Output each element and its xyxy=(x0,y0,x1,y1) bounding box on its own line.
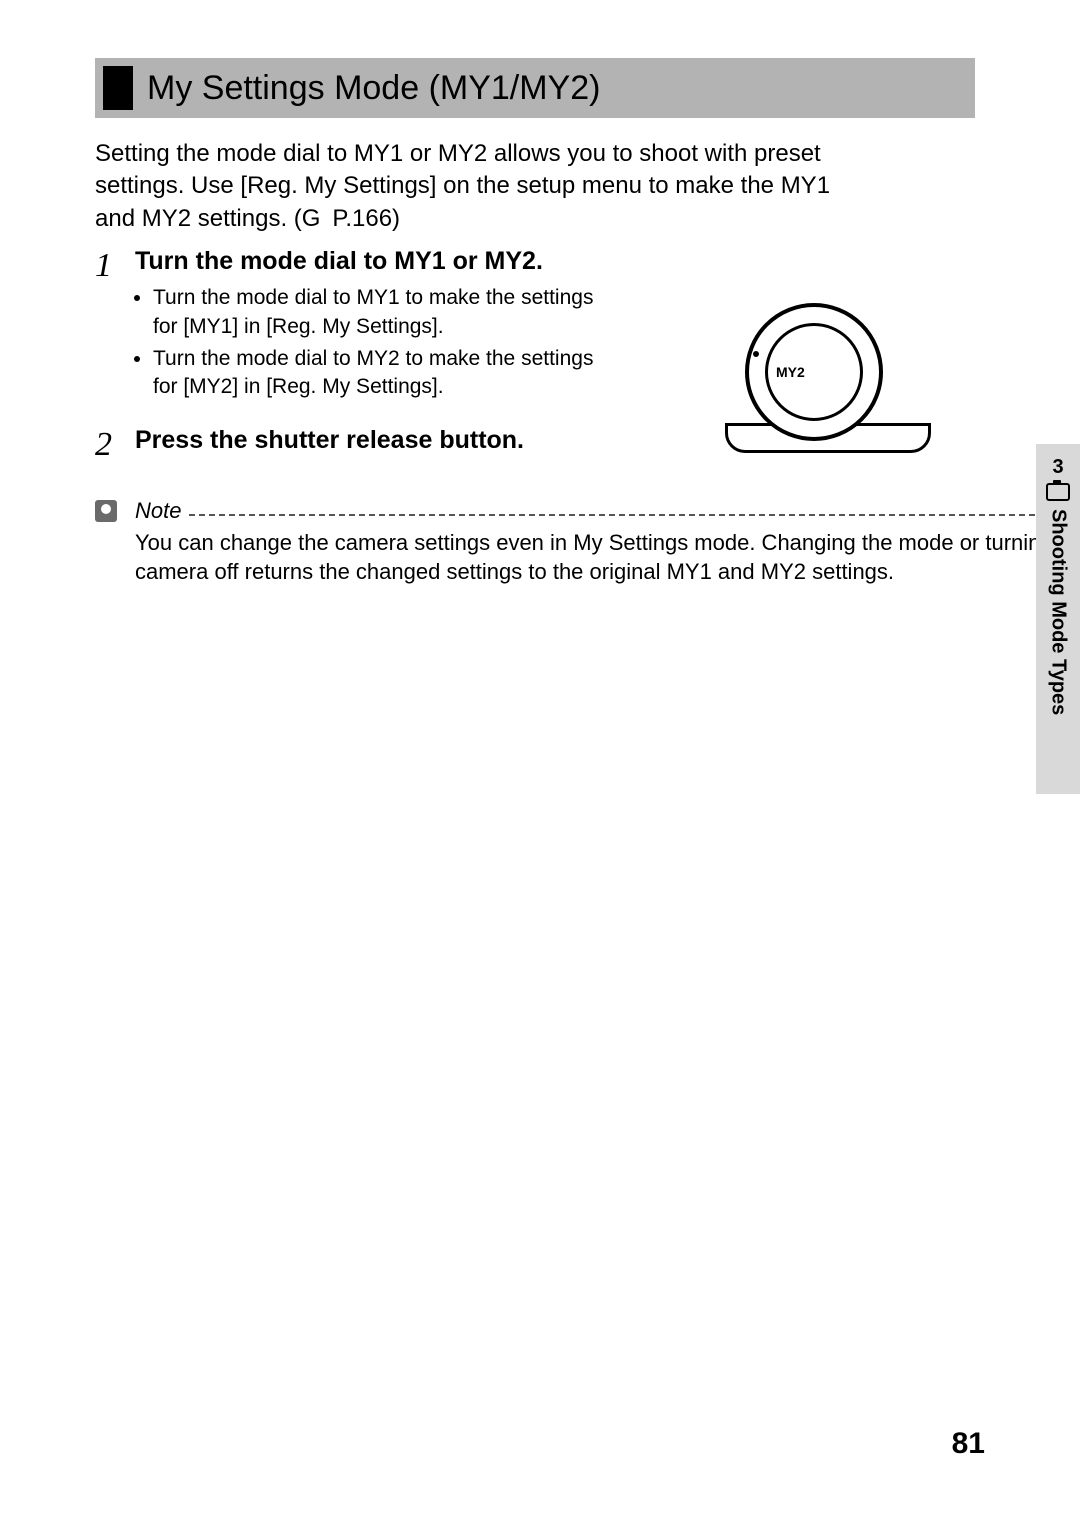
step-heading: Turn the mode dial to MY1 or MY2. xyxy=(135,247,975,276)
section-heading-bar: My Settings Mode (MY1/MY2) xyxy=(95,58,975,118)
dial-selected-label: MY2 xyxy=(776,364,805,380)
note-icon-wrap xyxy=(95,500,135,522)
note-section: Note You can change the camera settings … xyxy=(95,498,1035,587)
mode-dial-illustration: MY2 xyxy=(725,303,925,453)
camera-icon xyxy=(1046,483,1070,501)
page-number: 81 xyxy=(952,1427,985,1461)
note-label: Note xyxy=(135,498,181,524)
dial-indicator-dot xyxy=(753,351,759,357)
side-chapter-tab: 3 Shooting Mode Types xyxy=(1036,444,1080,794)
page-content: My Settings Mode (MY1/MY2) Setting the m… xyxy=(95,58,975,587)
note-body: You can change the camera settings even … xyxy=(135,528,1080,587)
intro-paragraph: Setting the mode dial to MY1 or MY2 allo… xyxy=(95,138,875,235)
bullet-item: Turn the mode dial to MY2 to make the se… xyxy=(153,345,613,402)
note-header: Note xyxy=(95,498,1035,524)
side-tab-number: 3 xyxy=(1052,456,1063,479)
step-number: 2 xyxy=(95,426,135,462)
step-number: 1 xyxy=(95,247,135,283)
note-icon xyxy=(95,500,117,522)
step-bullets: Turn the mode dial to MY1 to make the se… xyxy=(153,284,613,401)
note-dashed-rule xyxy=(189,514,1035,516)
heading-marker xyxy=(103,66,133,110)
manual-page: My Settings Mode (MY1/MY2) Setting the m… xyxy=(0,0,1080,1521)
side-tab-label: Shooting Mode Types xyxy=(1047,509,1070,715)
bullet-item: Turn the mode dial to MY1 to make the se… xyxy=(153,284,613,341)
dial-inner-ring: MY2 xyxy=(765,323,863,421)
section-title: My Settings Mode (MY1/MY2) xyxy=(147,69,600,108)
dial-outer-ring: MY2 xyxy=(745,303,883,441)
